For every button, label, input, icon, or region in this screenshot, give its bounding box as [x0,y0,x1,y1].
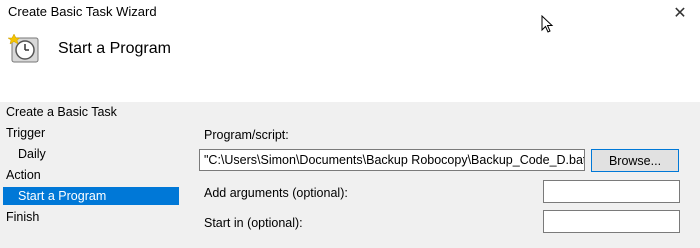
page-heading: Start a Program [58,40,171,57]
title-bar: Create Basic Task Wizard ✕ [0,0,700,26]
sidebar-item-action[interactable]: Action [3,166,179,184]
program-script-input[interactable]: "C:\Users\Simon\Documents\Backup Robocop… [199,149,585,171]
browse-button[interactable]: Browse... [591,149,679,172]
add-arguments-input[interactable] [543,180,680,203]
add-arguments-label: Add arguments (optional): [204,186,348,200]
program-script-label: Program/script: [204,128,289,142]
mouse-cursor-icon [541,15,554,33]
sidebar-item-finish[interactable]: Finish [3,208,179,226]
wizard-steps-sidebar: Create a Basic Task Trigger Daily Action… [0,102,185,248]
sidebar-item-trigger[interactable]: Trigger [3,124,179,142]
sidebar-item-start-a-program[interactable]: Start a Program [3,187,179,205]
sidebar-item-create-basic-task[interactable]: Create a Basic Task [3,103,179,121]
task-scheduler-clock-icon [8,33,39,63]
sidebar-item-daily[interactable]: Daily [3,145,179,163]
close-button[interactable]: ✕ [660,0,700,26]
start-in-label: Start in (optional): [204,216,303,230]
wizard-header [0,26,700,102]
wizard-body: Create a Basic Task Trigger Daily Action… [0,102,700,248]
start-in-input[interactable] [543,210,680,233]
window-title: Create Basic Task Wizard [8,4,157,19]
close-icon: ✕ [673,5,687,22]
